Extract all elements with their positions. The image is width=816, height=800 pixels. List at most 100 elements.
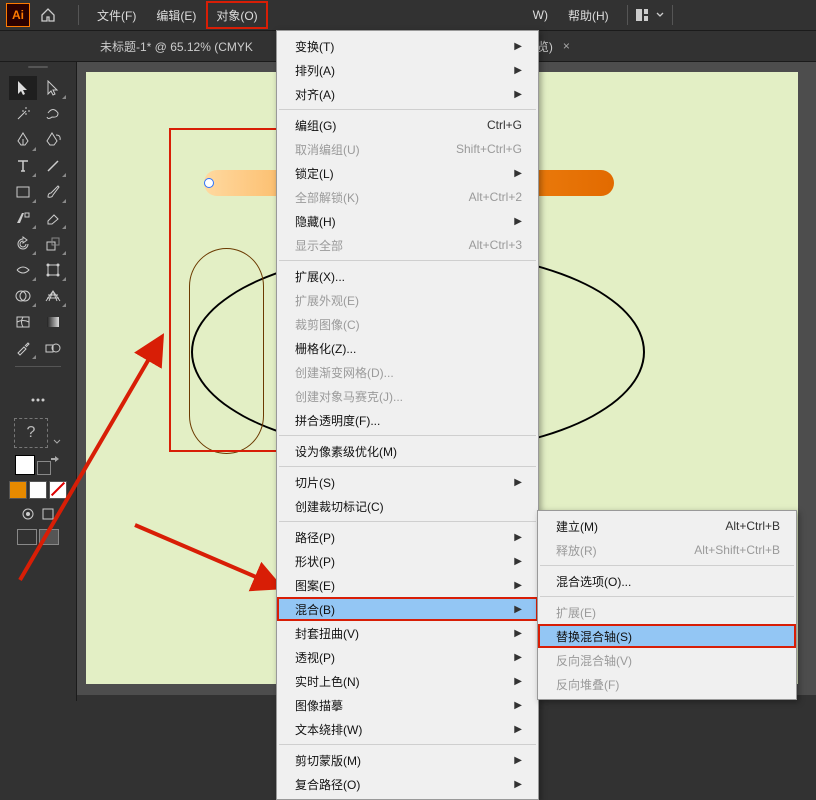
menu-item-label: 创建裁切标记(C) [295, 498, 384, 515]
menu-item-label: 复合路径(O) [295, 776, 360, 793]
menu-item-label: 变换(T) [295, 38, 334, 55]
menu-item-label: 替换混合轴(S) [556, 628, 632, 645]
separator [627, 5, 628, 25]
object-menu-item[interactable]: 设为像素级优化(M) [277, 439, 538, 463]
separator [672, 5, 673, 25]
object-menu-item[interactable]: 复合路径(O) ▶ [277, 772, 538, 796]
menu-item-label: 扩展外观(E) [295, 292, 359, 309]
menu-item-label: 排列(A) [295, 62, 335, 79]
submenu-arrow-icon: ▶ [514, 556, 522, 567]
document-tab[interactable]: 未标题-1* @ 65.12% (CMYK [86, 31, 267, 61]
menu-item-label: 对齐(A) [295, 86, 335, 103]
menu-item-label: 创建对象马赛克(J)... [295, 388, 403, 405]
menu-item-label: 创建渐变网格(D)... [295, 364, 394, 381]
blend-submenu-item[interactable]: 建立(M) Alt+Ctrl+B [538, 514, 796, 538]
menu-item-label: 路径(P) [295, 529, 335, 546]
submenu-arrow-icon: ▶ [514, 604, 522, 615]
menu-item-shortcut: Alt+Ctrl+2 [469, 190, 522, 204]
menu-separator [279, 435, 536, 436]
blend-submenu-dropdown[interactable]: 建立(M) Alt+Ctrl+B 释放(R) Alt+Shift+Ctrl+B 混合选项… [537, 510, 797, 700]
blend-submenu-item: 反向混合轴(V) [538, 648, 796, 672]
object-menu-item[interactable]: 锁定(L)▶ [277, 161, 538, 185]
submenu-arrow-icon: ▶ [514, 580, 522, 591]
menu-item-label: 扩展(E) [556, 604, 596, 621]
menu-item-label: 建立(M) [556, 518, 598, 535]
menu-item-label: 取消编组(U) [295, 141, 360, 158]
menu-item-label: 裁剪图像(C) [295, 316, 360, 333]
blend-submenu-item: 扩展(E) [538, 600, 796, 624]
menu-item-label: 编组(G) [295, 117, 336, 134]
menu-help[interactable]: 帮助(H) [558, 0, 619, 30]
object-menu-item[interactable]: 隐藏(H)▶ [277, 209, 538, 233]
object-menu-item: 扩展外观(E) [277, 288, 538, 312]
object-menu-item[interactable]: 透视(P)▶ [277, 645, 538, 669]
menu-item-shortcut: Alt+Shift+Ctrl+B [694, 543, 780, 557]
menu-item-label: 剪切蒙版(M) [295, 752, 361, 769]
object-menu-item[interactable]: 创建裁切标记(C) [277, 494, 538, 518]
object-menu-item[interactable]: 扩展(X)... [277, 264, 538, 288]
menu-object[interactable]: 对象(O) [206, 1, 267, 29]
object-menu-dropdown[interactable]: 变换(T)▶排列(A)▶对齐(A)▶编组(G)Ctrl+G取消编组(U)Shif… [276, 30, 539, 800]
home-icon[interactable] [36, 4, 60, 26]
menu-file[interactable]: 文件(F) [87, 0, 146, 30]
object-menu-item: 全部解锁(K)Alt+Ctrl+2 [277, 185, 538, 209]
object-menu-item[interactable]: 拼合透明度(F)... [277, 408, 538, 432]
object-menu-item[interactable]: 对齐(A) ▶ [277, 82, 538, 106]
menu-item-shortcut: Ctrl+G [487, 118, 522, 132]
menu-separator [279, 109, 536, 110]
menu-item-label: 释放(R) [556, 542, 597, 559]
object-menu-item[interactable]: 栅格化(Z)... [277, 336, 538, 360]
close-tab-icon[interactable]: × [563, 39, 570, 53]
blend-submenu-item: 释放(R) Alt+Shift+Ctrl+B [538, 538, 796, 562]
menu-item-label: 反向堆叠(F) [556, 676, 619, 693]
object-menu-item[interactable]: 路径(P)▶ [277, 525, 538, 549]
submenu-arrow-icon: ▶ [514, 652, 522, 663]
menu-separator [540, 596, 794, 597]
object-menu-item[interactable]: 形状(P)▶ [277, 549, 538, 573]
menu-item-label: 锁定(L) [295, 165, 334, 182]
submenu-arrow-icon: ▶ [514, 89, 522, 100]
object-menu-item[interactable]: 封套扭曲(V)▶ [277, 621, 538, 645]
object-menu-item[interactable]: 图案(E)▶ [277, 573, 538, 597]
submenu-arrow-icon: ▶ [514, 724, 522, 735]
object-menu-item[interactable]: 变换(T)▶ [277, 34, 538, 58]
menu-item-shortcut: Alt+Ctrl+B [725, 519, 780, 533]
object-menu-item[interactable]: 图像描摹 ▶ [277, 693, 538, 717]
menu-item-label: 显示全部 [295, 237, 343, 254]
menu-separator [279, 744, 536, 745]
menu-item-label: 文本绕排(W) [295, 721, 362, 738]
object-menu-item[interactable]: 排列(A) ▶ [277, 58, 538, 82]
object-menu-item[interactable]: 文本绕排(W) ▶ [277, 717, 538, 741]
menu-item-shortcut: Shift+Ctrl+G [456, 142, 522, 156]
object-menu-item: 创建对象马赛克(J)... [277, 384, 538, 408]
menu-item-label: 混合(B) [295, 601, 335, 618]
object-menu-item[interactable]: 实时上色(N)▶ [277, 669, 538, 693]
object-menu-item[interactable]: 剪切蒙版(M)▶ [277, 748, 538, 772]
submenu-arrow-icon: ▶ [514, 779, 522, 790]
app-logo: Ai [6, 3, 30, 27]
object-menu-item[interactable]: 切片(S)▶ [277, 470, 538, 494]
menu-item-label: 栅格化(Z)... [295, 340, 356, 357]
menu-item-label: 切片(S) [295, 474, 335, 491]
object-menu-item[interactable]: 编组(G) Ctrl+G [277, 113, 538, 137]
blend-submenu-item[interactable]: 混合选项(O)... [538, 569, 796, 593]
menu-edit[interactable]: 编辑(E) [146, 0, 206, 30]
main-menu: 文件(F) 编辑(E) 对象(O) [87, 0, 268, 30]
object-menu-item: 创建渐变网格(D)... [277, 360, 538, 384]
submenu-arrow-icon: ▶ [514, 65, 522, 76]
submenu-arrow-icon: ▶ [514, 676, 522, 687]
submenu-arrow-icon: ▶ [514, 628, 522, 639]
menu-tail: W) 帮助(H) [523, 0, 681, 30]
object-menu-item: 显示全部 Alt+Ctrl+3 [277, 233, 538, 257]
menu-item-shortcut: Alt+Ctrl+3 [469, 238, 522, 252]
menu-window-partial[interactable]: W) [523, 0, 558, 30]
essentials-switcher-icon[interactable] [636, 9, 664, 21]
object-menu-item[interactable]: 混合(B) ▶ [277, 597, 538, 621]
submenu-arrow-icon: ▶ [514, 700, 522, 711]
menu-item-label: 反向混合轴(V) [556, 652, 632, 669]
menu-item-label: 图像描摹 [295, 697, 343, 714]
submenu-arrow-icon: ▶ [514, 216, 522, 227]
blend-submenu-item[interactable]: 替换混合轴(S) [538, 624, 796, 648]
menu-separator [279, 466, 536, 467]
menu-item-label: 混合选项(O)... [556, 573, 631, 590]
